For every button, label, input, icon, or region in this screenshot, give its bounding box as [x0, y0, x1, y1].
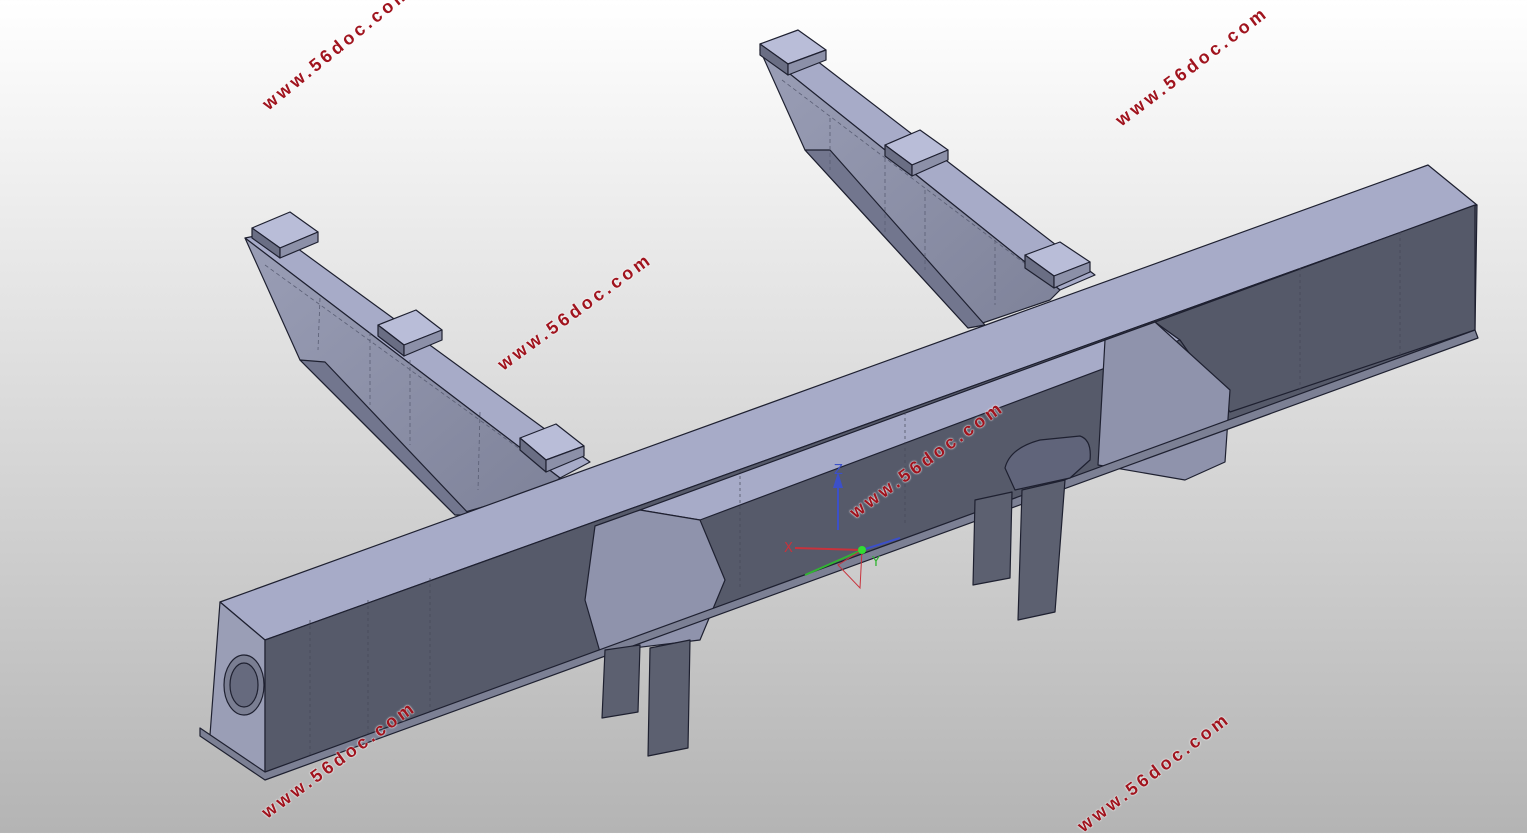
cad-3d-viewport[interactable]: Z Y X www.56doc.com www.56doc.com www.56…: [0, 0, 1527, 836]
left-arm-beam[interactable]: [244, 211, 591, 516]
model-canvas[interactable]: Z Y X: [0, 0, 1527, 833]
z-axis-label: Z: [834, 463, 843, 478]
frame-model[interactable]: [199, 29, 1479, 781]
triad-origin: [858, 546, 866, 554]
end-hatch-ring: [223, 654, 265, 716]
right-arm-beam[interactable]: [759, 29, 1096, 329]
x-axis-label: X: [784, 541, 793, 556]
y-axis-label: Y: [871, 555, 880, 570]
